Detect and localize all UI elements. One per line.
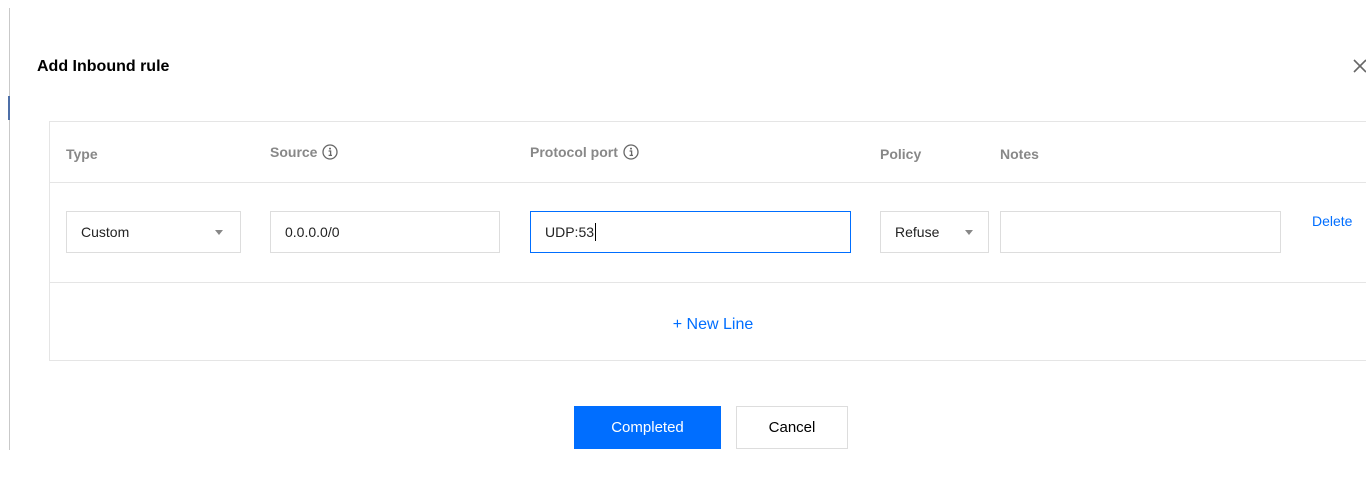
column-header-source-label: Source — [270, 144, 318, 160]
header-divider — [50, 182, 1366, 183]
column-header-protocol-port: Protocol port — [530, 144, 639, 160]
delete-row-link[interactable]: Delete — [1312, 210, 1356, 232]
dialog-title: Add Inbound rule — [37, 58, 170, 75]
column-header-type: Type — [66, 146, 98, 162]
rule-table: Type Source Protocol port Policy Notes C… — [49, 121, 1366, 361]
policy-select[interactable]: Refuse — [880, 211, 989, 253]
protocol-port-input-value: UDP:53 — [545, 224, 595, 240]
column-header-policy-label: Policy — [880, 146, 922, 162]
completed-button[interactable]: Completed — [574, 406, 721, 449]
row-divider — [50, 282, 1366, 283]
notes-input[interactable] — [1000, 211, 1281, 253]
column-header-type-label: Type — [66, 146, 98, 162]
protocol-port-input[interactable]: UDP:53 — [530, 211, 851, 253]
type-select-value: Custom — [81, 224, 130, 240]
chevron-down-icon — [215, 230, 223, 235]
source-input[interactable]: 0.0.0.0/0 — [270, 211, 500, 253]
new-line-link[interactable]: + New Line — [50, 316, 1366, 334]
text-cursor — [595, 223, 597, 241]
background-edge-accent — [8, 96, 10, 120]
background-edge-divider — [9, 8, 10, 450]
info-icon[interactable] — [623, 144, 639, 160]
policy-select-value: Refuse — [895, 224, 940, 240]
type-select[interactable]: Custom — [66, 211, 241, 253]
cancel-button[interactable]: Cancel — [736, 406, 848, 449]
column-header-protocol-port-label: Protocol port — [530, 144, 618, 160]
close-icon[interactable] — [1352, 55, 1366, 77]
column-header-source: Source — [270, 144, 339, 160]
column-header-notes-label: Notes — [1000, 146, 1039, 162]
column-header-notes: Notes — [1000, 146, 1039, 162]
chevron-down-icon — [965, 230, 973, 235]
info-icon[interactable] — [322, 144, 339, 160]
dialog: Add Inbound rule Type Source Protocol po… — [0, 0, 1366, 477]
column-header-policy: Policy — [880, 146, 921, 162]
source-input-value: 0.0.0.0/0 — [285, 224, 340, 240]
